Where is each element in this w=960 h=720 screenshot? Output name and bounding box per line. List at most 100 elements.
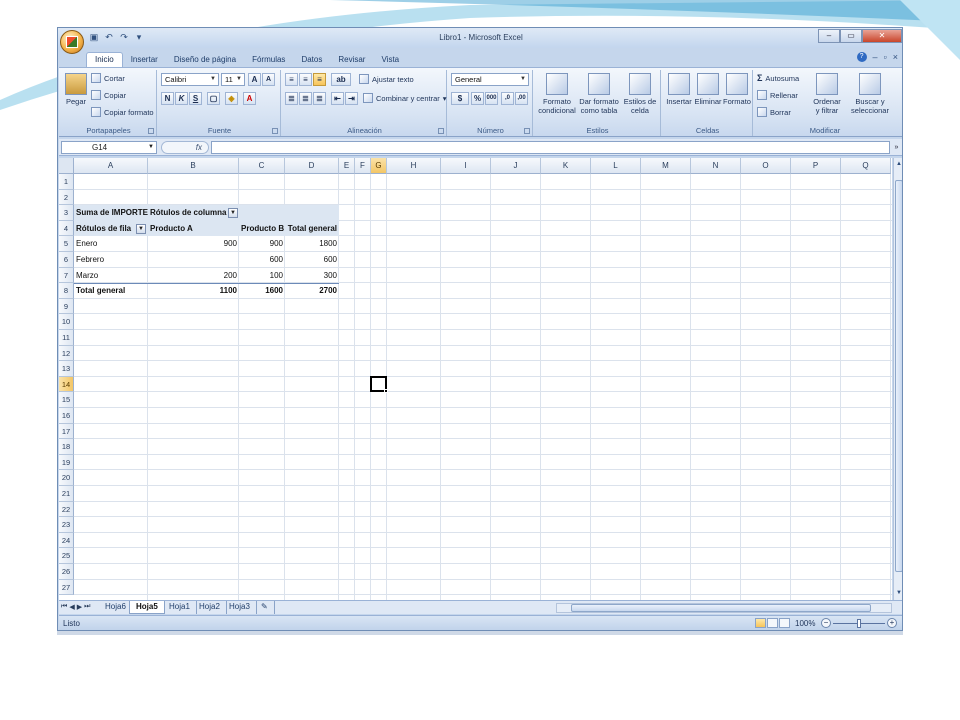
column-header-p[interactable]: P (791, 158, 841, 174)
zoom-out-icon[interactable]: − (821, 618, 831, 628)
number-format-combo[interactable]: General ▼ (451, 73, 529, 86)
column-header-c[interactable]: C (239, 158, 285, 174)
pivot-column-labels[interactable]: Rótulos de columna (148, 205, 239, 221)
grow-font-button[interactable]: A (248, 73, 261, 86)
wrap-text-button[interactable]: Ajustar texto (359, 74, 414, 84)
pivot-cell-total[interactable]: 300 (285, 268, 339, 284)
pivot-cell-b[interactable]: 600 (239, 252, 285, 268)
pivot-cell-a[interactable]: 1100 (148, 283, 239, 299)
pivot-col-total[interactable]: Total general (285, 221, 339, 237)
fill-button[interactable]: Rellenar (757, 90, 798, 100)
font-launcher-icon[interactable] (272, 128, 278, 134)
tab-diseno-pagina[interactable]: Diseño de página (166, 53, 244, 68)
paste-button[interactable]: Pegar (63, 73, 89, 106)
row-header-1[interactable]: 1 (59, 174, 74, 190)
italic-button[interactable]: K (175, 92, 188, 105)
format-cells-button[interactable]: Formato (723, 73, 751, 106)
align-center-button[interactable]: ≣ (299, 92, 312, 105)
row-header-16[interactable]: 16 (59, 408, 74, 424)
row-header-12[interactable]: 12 (59, 345, 74, 362)
pivot-cell-b[interactable]: 900 (239, 236, 285, 252)
number-launcher-icon[interactable] (524, 128, 530, 134)
tab-insertar[interactable]: Insertar (123, 53, 166, 68)
row-header-2[interactable]: 2 (59, 189, 74, 206)
sheet-tab-hoja5[interactable]: Hoja5 (129, 601, 165, 614)
office-button[interactable] (60, 30, 84, 54)
zoom-slider-knob[interactable] (857, 619, 861, 628)
page-break-view-button[interactable] (779, 618, 790, 628)
row-header-4[interactable]: 4 (59, 220, 74, 237)
find-select-button[interactable]: Buscar y seleccionar (847, 73, 893, 115)
increase-indent-button[interactable]: ⇥ (345, 92, 358, 105)
fill-color-button[interactable]: ◈ (225, 92, 238, 105)
borders-button[interactable]: ▢ (207, 92, 220, 105)
help-icon[interactable]: ? (856, 52, 867, 62)
row-header-19[interactable]: 19 (59, 454, 74, 471)
orientation-button[interactable]: ab (331, 73, 351, 86)
scroll-down-icon[interactable]: ▼ (895, 589, 902, 598)
pivot-cell-total[interactable]: 1800 (285, 236, 339, 252)
clear-button[interactable]: Borrar (757, 107, 791, 117)
decrease-indent-button[interactable]: ⇤ (331, 92, 344, 105)
row-header-7[interactable]: 7 (59, 267, 74, 284)
align-right-button[interactable]: ≣ (313, 92, 326, 105)
pivot-cell-total[interactable]: 2700 (285, 283, 339, 299)
column-header-i[interactable]: I (441, 158, 491, 174)
font-name-combo[interactable]: Calibri ▼ (161, 73, 219, 86)
row-header-23[interactable]: 23 (59, 517, 74, 533)
expand-formula-bar-icon[interactable]: » (892, 141, 901, 154)
prev-sheet-icon[interactable]: ◀ (69, 603, 74, 611)
pivot-col-producto-a[interactable]: Producto A (148, 221, 239, 237)
row-header-5[interactable]: 5 (59, 236, 74, 252)
insert-cells-button[interactable]: Insertar (665, 73, 693, 106)
sheet-tab-hoja2[interactable]: Hoja2 (193, 601, 227, 614)
tab-formulas[interactable]: Fórmulas (244, 53, 293, 68)
select-all-corner[interactable] (59, 158, 74, 174)
active-cell[interactable] (370, 375, 388, 394)
row-header-22[interactable]: 22 (59, 501, 74, 518)
formula-input[interactable] (211, 141, 890, 154)
copy-button[interactable]: Copiar (91, 90, 126, 100)
column-header-b[interactable]: B (148, 158, 239, 174)
cell-styles-button[interactable]: Estilos de celda (621, 73, 659, 115)
sort-filter-button[interactable]: Ordenar y filtrar (809, 73, 845, 115)
maximize-button[interactable]: ▭ (840, 29, 862, 43)
ribbon-minimize-icon[interactable]: – (873, 52, 878, 62)
font-size-combo[interactable]: 11 ▼ (221, 73, 245, 86)
column-header-f[interactable]: F (355, 158, 371, 174)
align-bottom-button[interactable]: ≡ (313, 73, 326, 86)
align-top-button[interactable]: ≡ (285, 73, 298, 86)
merge-center-button[interactable]: Combinar y centrar ▾ (363, 93, 447, 103)
column-header-d[interactable]: D (285, 158, 339, 174)
insert-function-button[interactable]: fx (161, 141, 209, 154)
align-left-button[interactable]: ≣ (285, 92, 298, 105)
decrease-decimal-button[interactable]: ,00 (515, 92, 528, 105)
row-header-17[interactable]: 17 (59, 423, 74, 440)
name-box[interactable]: G14 ▼ (61, 141, 157, 154)
pivot-row-label[interactable]: Marzo (74, 268, 148, 284)
font-color-button[interactable]: A (243, 92, 256, 105)
next-sheet-icon[interactable]: ▶ (77, 603, 82, 611)
increase-decimal-button[interactable]: ,0 (501, 92, 514, 105)
column-header-m[interactable]: M (641, 158, 691, 174)
pivot-value-field[interactable]: Suma de IMPORTE (74, 205, 148, 221)
normal-view-button[interactable] (755, 618, 766, 628)
column-header-h[interactable]: H (387, 158, 441, 174)
row-header-6[interactable]: 6 (59, 252, 74, 268)
ribbon-restore-icon[interactable]: ▫ (884, 52, 887, 62)
zoom-in-icon[interactable]: + (887, 618, 897, 628)
last-sheet-icon[interactable]: ⏭ (84, 603, 90, 611)
conditional-format-button[interactable]: Formato condicional (537, 73, 577, 115)
column-header-q[interactable]: Q (841, 158, 891, 174)
autosum-button[interactable]: Σ Autosuma (757, 73, 799, 83)
align-middle-button[interactable]: ≡ (299, 73, 312, 86)
pivot-cell-a[interactable]: 900 (148, 236, 239, 252)
row-header-27[interactable]: 27 (59, 579, 74, 596)
delete-cells-button[interactable]: Eliminar (694, 73, 722, 106)
pivot-cell-b[interactable]: 100 (239, 268, 285, 284)
percent-button[interactable]: % (471, 92, 484, 105)
row-header-25[interactable]: 25 (59, 548, 74, 564)
zoom-level[interactable]: 100% (795, 619, 815, 628)
pivot-row-label[interactable]: Enero (74, 236, 148, 252)
row-labels-filter-icon[interactable]: ▼ (136, 223, 146, 234)
